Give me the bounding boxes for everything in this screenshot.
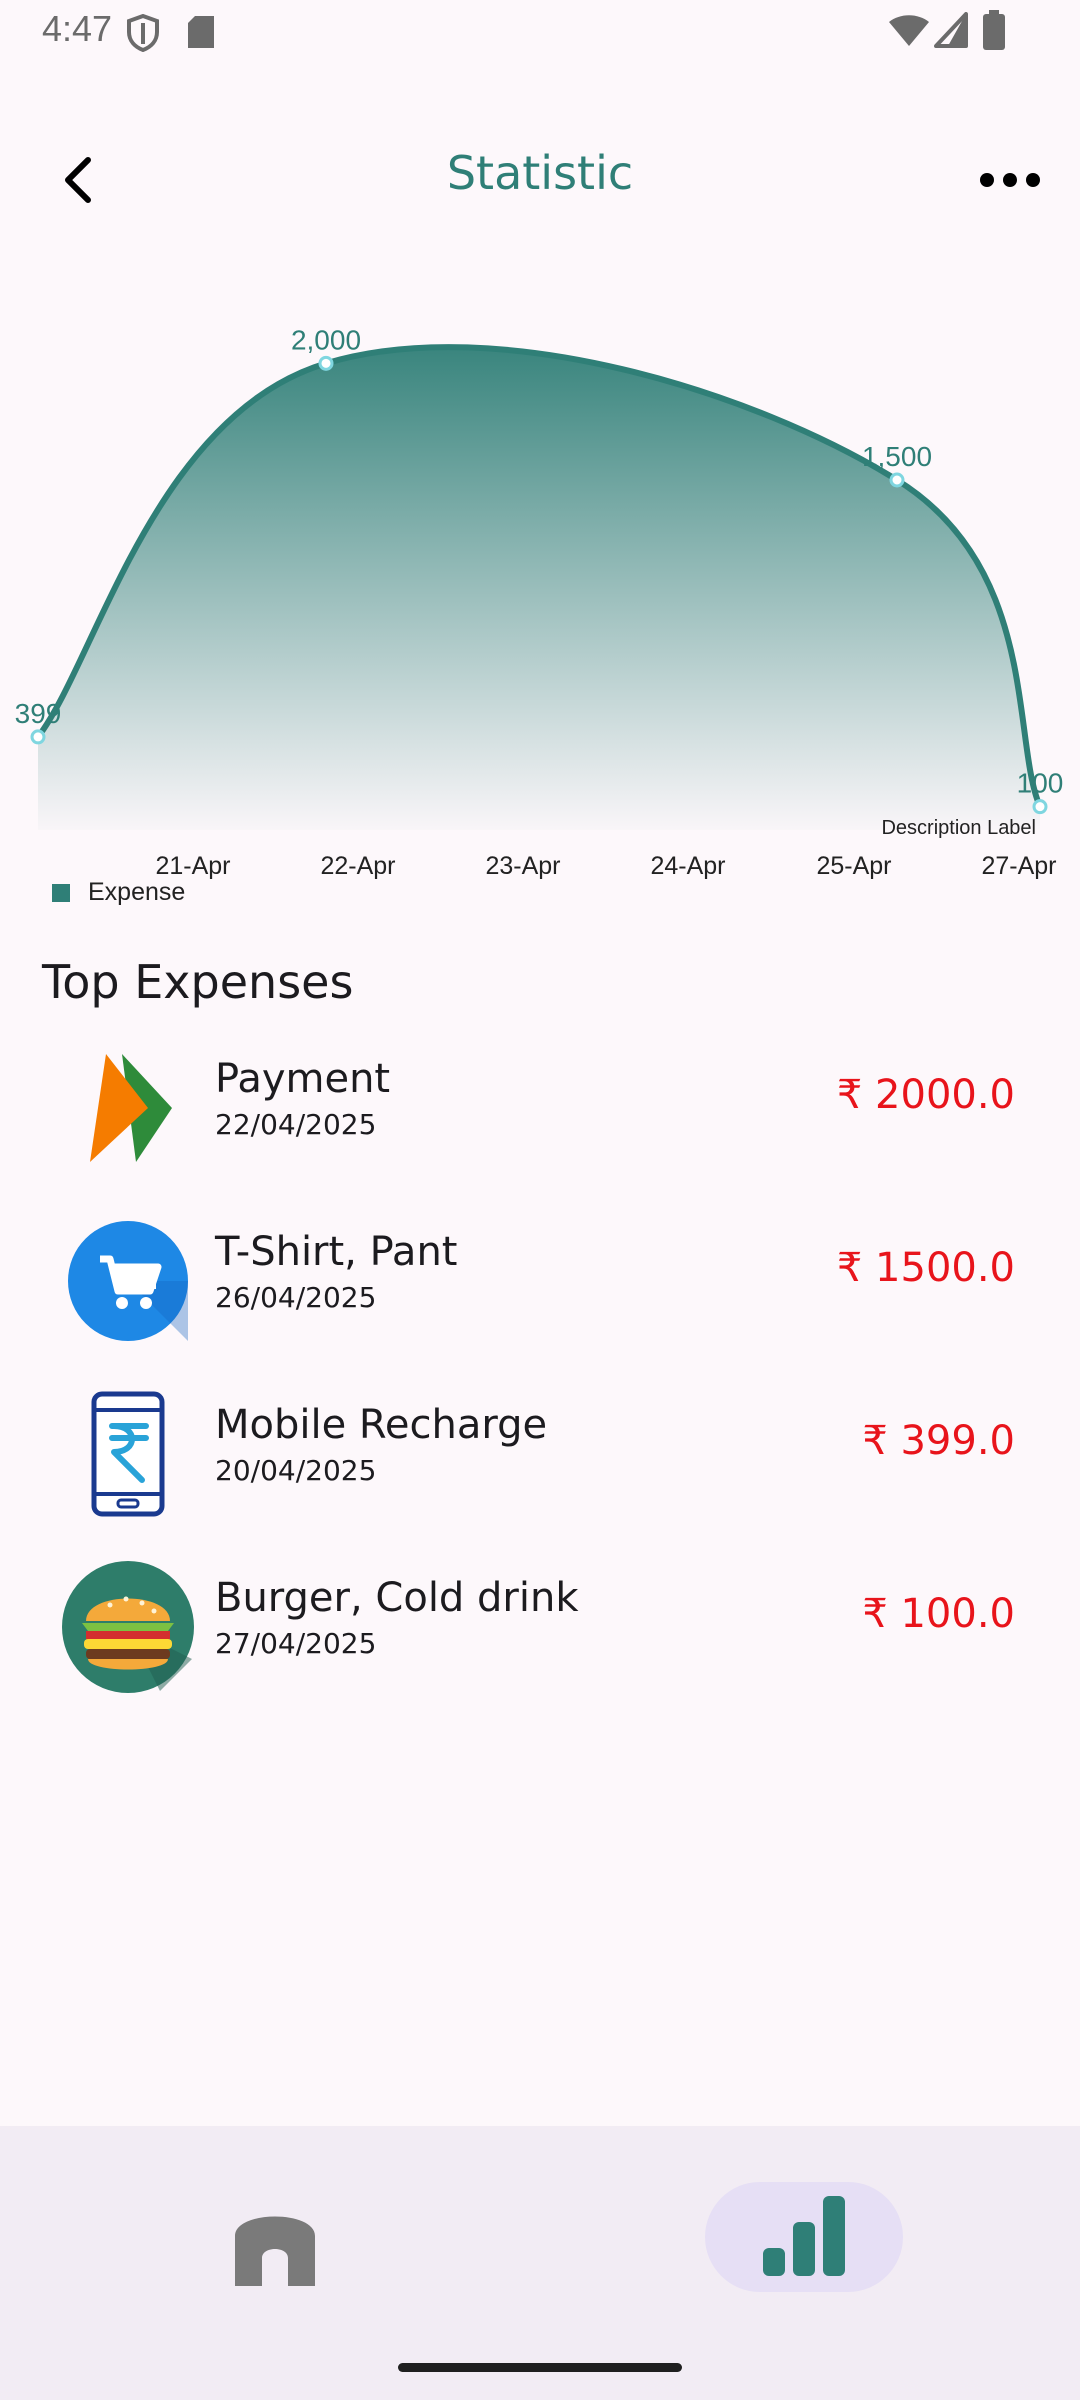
- bar-chart-icon: [763, 2196, 845, 2276]
- expense-date: 26/04/2025: [215, 1281, 377, 1314]
- section-title: Top Expenses: [42, 955, 354, 1009]
- app-bar: Statistic: [0, 120, 1080, 230]
- chart-x-tick-label: 27-Apr: [981, 852, 1056, 880]
- expense-amount: ₹ 100.0: [862, 1591, 1015, 1637]
- battery-icon: [983, 10, 1005, 50]
- chart-x-tick-label: 23-Apr: [485, 852, 560, 880]
- chart-value-label: 1,500: [862, 441, 932, 472]
- expense-name: T-Shirt, Pant: [215, 1229, 458, 1275]
- chart-data-point: [30, 729, 46, 745]
- wifi-icon: [889, 15, 929, 46]
- expense-date: 27/04/2025: [215, 1627, 377, 1660]
- home-icon[interactable]: [210, 2196, 340, 2292]
- chart-value-label: 100: [1017, 768, 1064, 799]
- bottom-navigation: [0, 2126, 1080, 2400]
- expense-name: Burger, Cold drink: [215, 1575, 579, 1621]
- chart-data-point: [889, 472, 905, 488]
- upi-logo-icon: [90, 1054, 172, 1162]
- expense-item-burger-cold-drink[interactable]: Burger, Cold drink 27/04/2025 ₹ 100.0: [0, 1549, 1080, 1722]
- chart-description-label: Description Label: [881, 817, 1036, 839]
- expense-item-tshirt-pant[interactable]: T-Shirt, Pant 26/04/2025 ₹ 1500.0: [0, 1203, 1080, 1376]
- expense-item-mobile-recharge[interactable]: Mobile Recharge 20/04/2025 ₹ 399.0: [0, 1376, 1080, 1549]
- chart-data-point: [318, 355, 334, 371]
- nav-statistics-tab[interactable]: [705, 2182, 903, 2292]
- expense-date: 20/04/2025: [215, 1454, 377, 1487]
- expense-name: Mobile Recharge: [215, 1402, 548, 1448]
- chart-value-label: 399: [15, 698, 62, 729]
- chart-x-tick-label: 21-Apr: [155, 852, 230, 880]
- chart-area-fill: [38, 347, 1040, 830]
- mobile-recharge-icon: [91, 1391, 165, 1517]
- chart-value-label: 2,000: [291, 324, 361, 355]
- shopping-cart-icon: [68, 1221, 188, 1341]
- status-bar: 4:47: [0, 0, 1080, 64]
- page-title: Statistic: [446, 146, 634, 200]
- chart-legend: Expense: [52, 878, 185, 907]
- expense-name: Payment: [215, 1056, 391, 1102]
- chart-x-tick-label: 22-Apr: [320, 852, 395, 880]
- chart-x-tick-label: 25-Apr: [816, 852, 891, 880]
- burger-icon: [62, 1561, 194, 1693]
- expense-amount: ₹ 399.0: [862, 1418, 1015, 1464]
- legend-swatch: [52, 883, 70, 902]
- legend-label: Expense: [88, 878, 186, 906]
- status-time: 4:47: [42, 8, 113, 49]
- expense-amount: ₹ 2000.0: [836, 1072, 1015, 1118]
- chart-x-tick-label: 24-Apr: [650, 852, 725, 880]
- shield-icon: [127, 14, 159, 52]
- more-options-icon[interactable]: [975, 150, 1045, 210]
- expense-item-payment[interactable]: Payment 22/04/2025 ₹ 2000.0: [0, 1030, 1080, 1203]
- chart-data-point: [1032, 799, 1048, 815]
- expense-chart: 399 2,000 1,500 100 21-Apr 22-Apr 23-Apr 24-Ap…: [0, 280, 1080, 920]
- signal-icon: [934, 12, 968, 48]
- gesture-home-indicator[interactable]: [398, 2363, 682, 2372]
- sd-card-icon: [188, 16, 214, 48]
- expense-amount: ₹ 1500.0: [836, 1245, 1015, 1291]
- expense-list: Payment 22/04/2025 ₹ 2000.0 T-Shirt, Pan…: [0, 1030, 1080, 1722]
- expense-date: 22/04/2025: [215, 1108, 377, 1141]
